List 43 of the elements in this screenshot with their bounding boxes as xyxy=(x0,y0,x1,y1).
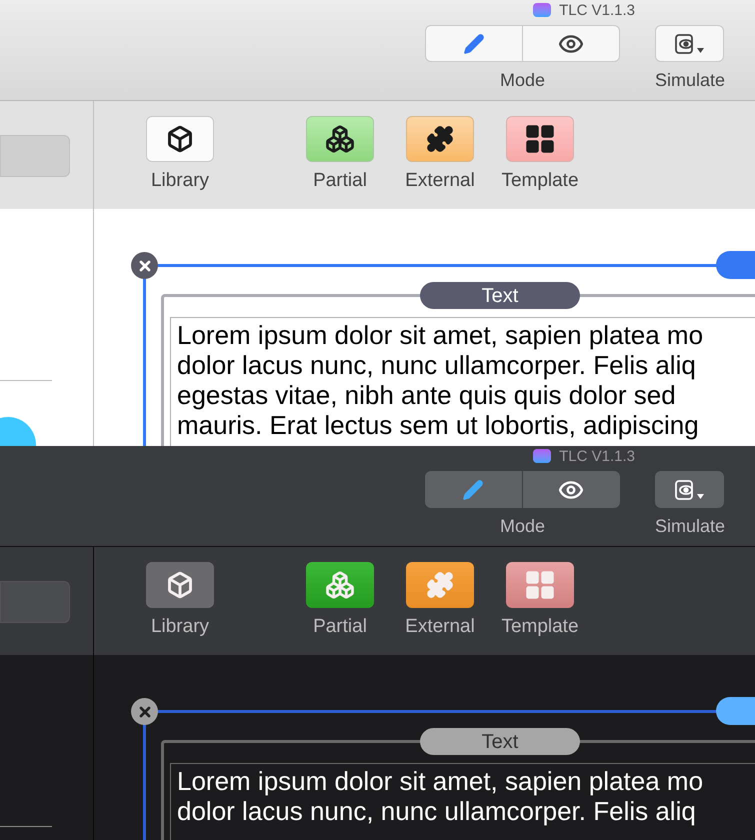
close-button[interactable] xyxy=(131,698,158,725)
cube-icon xyxy=(166,125,194,153)
search-field[interactable] xyxy=(0,135,70,177)
app-icon xyxy=(533,449,552,463)
mode-switch[interactable] xyxy=(424,471,620,508)
pencil-icon xyxy=(462,478,484,500)
window-title: TLC V1.1.3 xyxy=(559,448,635,464)
puzzle-icon xyxy=(426,571,454,599)
mode-label: Mode xyxy=(500,69,545,92)
text-area[interactable]: Lorem ipsum dolor sit amet, sapien platea mo dolor lacus nunc, nunc ullamcorper. Felis aliq xyxy=(170,763,755,840)
toolbar-button[interactable]: Template xyxy=(490,562,590,655)
toolbar-button[interactable]: Library xyxy=(130,562,230,655)
device-eye-icon xyxy=(672,32,707,54)
toolbar-button[interactable]: Partial xyxy=(290,562,390,655)
close-button[interactable] xyxy=(131,252,158,279)
grid-icon xyxy=(525,570,555,600)
window-title: TLC V1.1.3 xyxy=(559,2,635,18)
mode-switch[interactable] xyxy=(424,25,620,62)
grid-icon xyxy=(525,124,555,154)
lorem-paragraph: Lorem ipsum dolor sit amet, sapien platea mo dolor lacus nunc, nunc ullamcorper. Felis aliq xyxy=(177,766,704,826)
toolbar-button[interactable]: Template xyxy=(490,116,590,209)
lorem-paragraph: Lorem ipsum dolor sit amet, sapien platea mo dolor lacus nunc, nunc ullamcorper. Felis aliq egestas vitae, nibh ante quis quis dolor sed mauris. Erat lectus sem ut lobortis, adipiscing xyxy=(177,320,704,440)
toolbar-button[interactable]: External xyxy=(390,562,490,655)
app-icon xyxy=(533,3,552,17)
cubes-icon xyxy=(325,570,355,600)
toolbar-button[interactable]: External xyxy=(390,116,490,209)
puzzle-icon xyxy=(426,125,454,153)
simulate-label: Simulate xyxy=(654,515,725,538)
search-field[interactable] xyxy=(0,581,70,623)
toolbar-button[interactable]: Library xyxy=(130,116,230,209)
cube-icon xyxy=(166,571,194,599)
cubes-icon xyxy=(325,124,355,154)
simulate-button[interactable] xyxy=(655,25,724,62)
mode-label: Mode xyxy=(500,515,545,538)
simulate-button[interactable] xyxy=(655,471,724,508)
component-tag: Text xyxy=(420,282,580,309)
close-icon xyxy=(136,704,152,720)
simulate-label: Simulate xyxy=(654,69,725,92)
toolbar-button[interactable]: Partial xyxy=(290,116,390,209)
pencil-icon xyxy=(462,32,485,54)
close-icon xyxy=(136,258,152,274)
component-tag: Text xyxy=(420,728,580,755)
device-eye-icon xyxy=(672,478,707,500)
